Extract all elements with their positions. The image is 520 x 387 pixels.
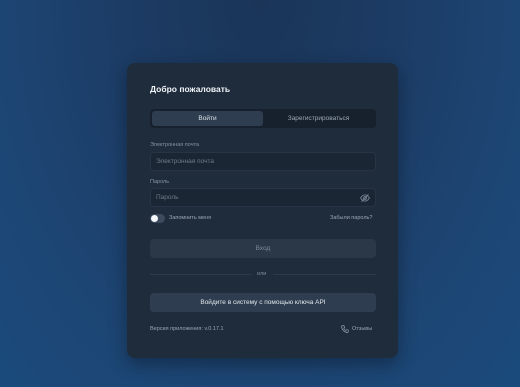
eye-slash-icon[interactable] — [360, 193, 370, 203]
login-button[interactable]: Вход — [150, 239, 376, 258]
app-version: Версия приложения: v.0.17.1 — [150, 326, 224, 332]
remember-label: Запомнить меня — [169, 215, 212, 221]
password-field-wrapper — [150, 188, 376, 207]
divider-left — [150, 274, 252, 275]
auth-tabs: Войти Зарегистрироваться — [150, 109, 376, 128]
divider-right — [273, 274, 376, 275]
email-field-wrapper — [150, 152, 376, 171]
login-card — [127, 63, 398, 358]
tab-register[interactable]: Зарегистрироваться — [263, 111, 374, 126]
password-field[interactable] — [156, 194, 370, 201]
password-label: Пароль — [150, 179, 170, 185]
forgot-password-link[interactable]: Забыли пароль? — [330, 215, 372, 221]
phone-icon — [341, 325, 349, 333]
or-label: или — [257, 271, 267, 277]
toggle-knob — [151, 215, 158, 222]
remember-toggle[interactable] — [150, 214, 165, 223]
email-label: Электронная почта — [150, 142, 200, 148]
email-field[interactable] — [156, 158, 370, 165]
feedback-link[interactable]: Отзывы — [341, 325, 372, 333]
page-title: Добро пожаловать — [150, 84, 231, 94]
feedback-label: Отзывы — [352, 326, 373, 332]
api-key-login-button[interactable]: Войдите в систему с помощью ключа API — [150, 293, 376, 312]
tab-login[interactable]: Войти — [152, 111, 263, 126]
